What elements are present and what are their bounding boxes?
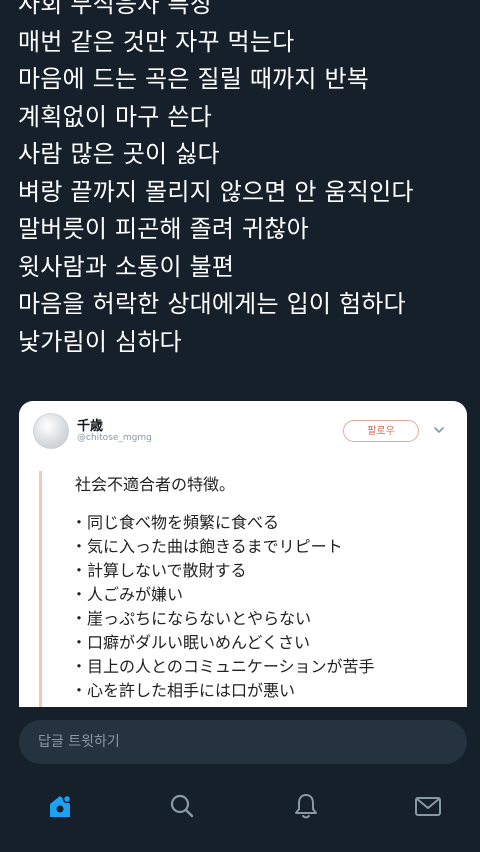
list-item: ・同じ食べ物を頻繁に食べる <box>71 513 280 532</box>
list-item: ・口癖がダルい眠いめんどくさい <box>71 633 311 652</box>
tweet-line: 매번 같은 것만 자꾸 먹는다 <box>18 27 295 56</box>
list-item: ・目上の人とのコミュニケーションが苦手 <box>71 657 375 676</box>
avatar[interactable] <box>33 413 69 449</box>
quote-accent-bar <box>39 471 42 731</box>
chevron-down-icon[interactable] <box>431 422 447 438</box>
tweet-line: 윗사람과 소통이 불편 <box>18 252 235 281</box>
home-icon[interactable] <box>44 790 76 822</box>
reply-input[interactable]: 답글 트윗하기 <box>19 720 467 764</box>
search-icon[interactable] <box>166 790 198 822</box>
tweet-line: 사회 부적응자 특징 <box>18 0 212 18</box>
tweet-text: 사회 부적응자 특징 매번 같은 것만 자꾸 먹는다 마음에 드는 곡은 질릴 … <box>18 0 468 361</box>
tweet-line: 낯가림이 심하다 <box>18 327 182 356</box>
quoted-list: ・同じ食べ物を頻繁に食べる ・気に入った曲は飽きるまでリピート ・計算しないで散… <box>71 511 461 703</box>
list-item: ・人ごみが嫌い <box>71 585 184 604</box>
notifications-icon[interactable] <box>290 790 322 822</box>
tweet-line: 벼랑 끝까지 몰리지 않으면 안 움직인다 <box>18 177 414 206</box>
quoted-author-name: 千歳 <box>77 419 104 434</box>
tweet-line: 사람 많은 곳이 싫다 <box>18 140 220 168</box>
list-item: ・気に入った曲は飽きるまでリピート <box>71 537 343 556</box>
messages-icon[interactable] <box>412 790 444 822</box>
list-item: ・崖っぷちにならないとやらない <box>71 609 312 628</box>
tweet-line: 계획없이 마구 쓴다 <box>18 102 212 131</box>
quoted-author-handle: @chitose_mgmg <box>77 433 152 443</box>
quoted-tweet-card[interactable]: 千歳 @chitose_mgmg 팔로우 社会不適合者の特徴。 ・同じ食べ物を頻… <box>19 401 467 731</box>
tweet-line: 마음에 드는 곡은 질릴 때까지 반복 <box>18 65 370 93</box>
quoted-title: 社会不適合者の特徴。 <box>75 475 236 494</box>
list-item: ・計算しないで散財する <box>71 561 247 580</box>
list-item: ・心を許した相手には口が悪い <box>71 681 296 700</box>
tweet-line: 마음을 허락한 상대에게는 입이 험하다 <box>18 290 406 318</box>
tweet-line: 말버릇이 피곤해 졸려 귀찮아 <box>18 215 309 243</box>
follow-button[interactable]: 팔로우 <box>343 420 419 442</box>
